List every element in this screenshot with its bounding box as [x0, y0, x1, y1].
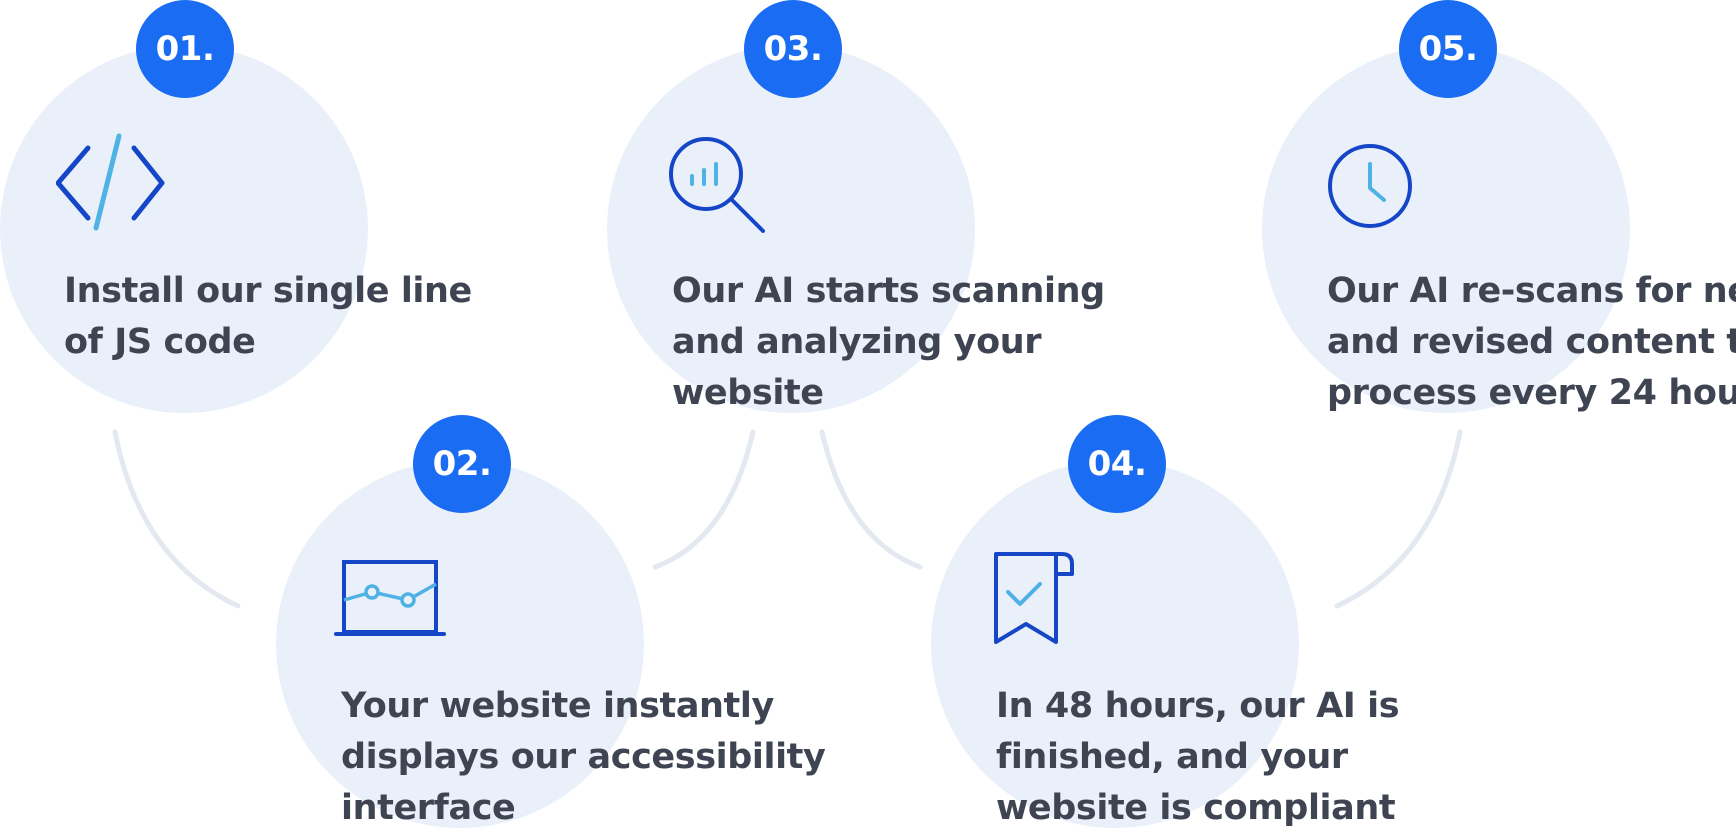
step-number-badge: 04. — [1068, 415, 1166, 513]
step-description-line: website is compliant — [996, 788, 1396, 828]
step-description: Your website instantly displays our acce… — [341, 681, 826, 829]
magnifier-chart-icon — [668, 136, 768, 241]
step-description: Install our single line of JS code — [64, 266, 472, 368]
step-description-line: finished, and your — [996, 737, 1348, 777]
step-description-line: Install our single line — [64, 271, 472, 311]
laptop-chart-icon — [334, 558, 446, 643]
step-description: Our AI re-scans for new and revised cont… — [1327, 266, 1736, 419]
step-description: Our AI starts scanning and analyzing you… — [672, 266, 1105, 419]
step-description-line: process every 24 hours — [1327, 373, 1736, 413]
step-description-line: In 48 hours, our AI is — [996, 686, 1400, 726]
step-description-line: and revised content to — [1327, 322, 1736, 362]
step-description-line: Our AI starts scanning — [672, 271, 1105, 311]
step-description-line: website — [672, 373, 824, 413]
step-description-line: of JS code — [64, 322, 256, 362]
clock-icon — [1326, 142, 1414, 235]
step-number-badge: 01. — [136, 0, 234, 98]
connector-arc — [1334, 429, 1463, 609]
step-description-line: Our AI re-scans for new — [1327, 271, 1736, 311]
process-steps-diagram: 01. Install our single line of JS code 0… — [0, 0, 1736, 829]
connector-arc — [819, 429, 923, 570]
step-description-line: and analyzing your — [672, 322, 1042, 362]
step-description-line: Your website instantly — [341, 686, 774, 726]
connector-arc — [112, 429, 241, 609]
step-number-badge: 05. — [1399, 0, 1497, 98]
step-description-line: interface — [341, 788, 516, 828]
connector-arc — [652, 429, 756, 570]
step-number-badge: 03. — [744, 0, 842, 98]
bookmark-check-icon — [990, 550, 1074, 651]
step-number-badge: 02. — [413, 415, 511, 513]
code-brackets-icon — [55, 130, 166, 241]
step-description-line: displays our accessibility — [341, 737, 826, 777]
step-description: In 48 hours, our AI is finished, and you… — [996, 681, 1400, 829]
